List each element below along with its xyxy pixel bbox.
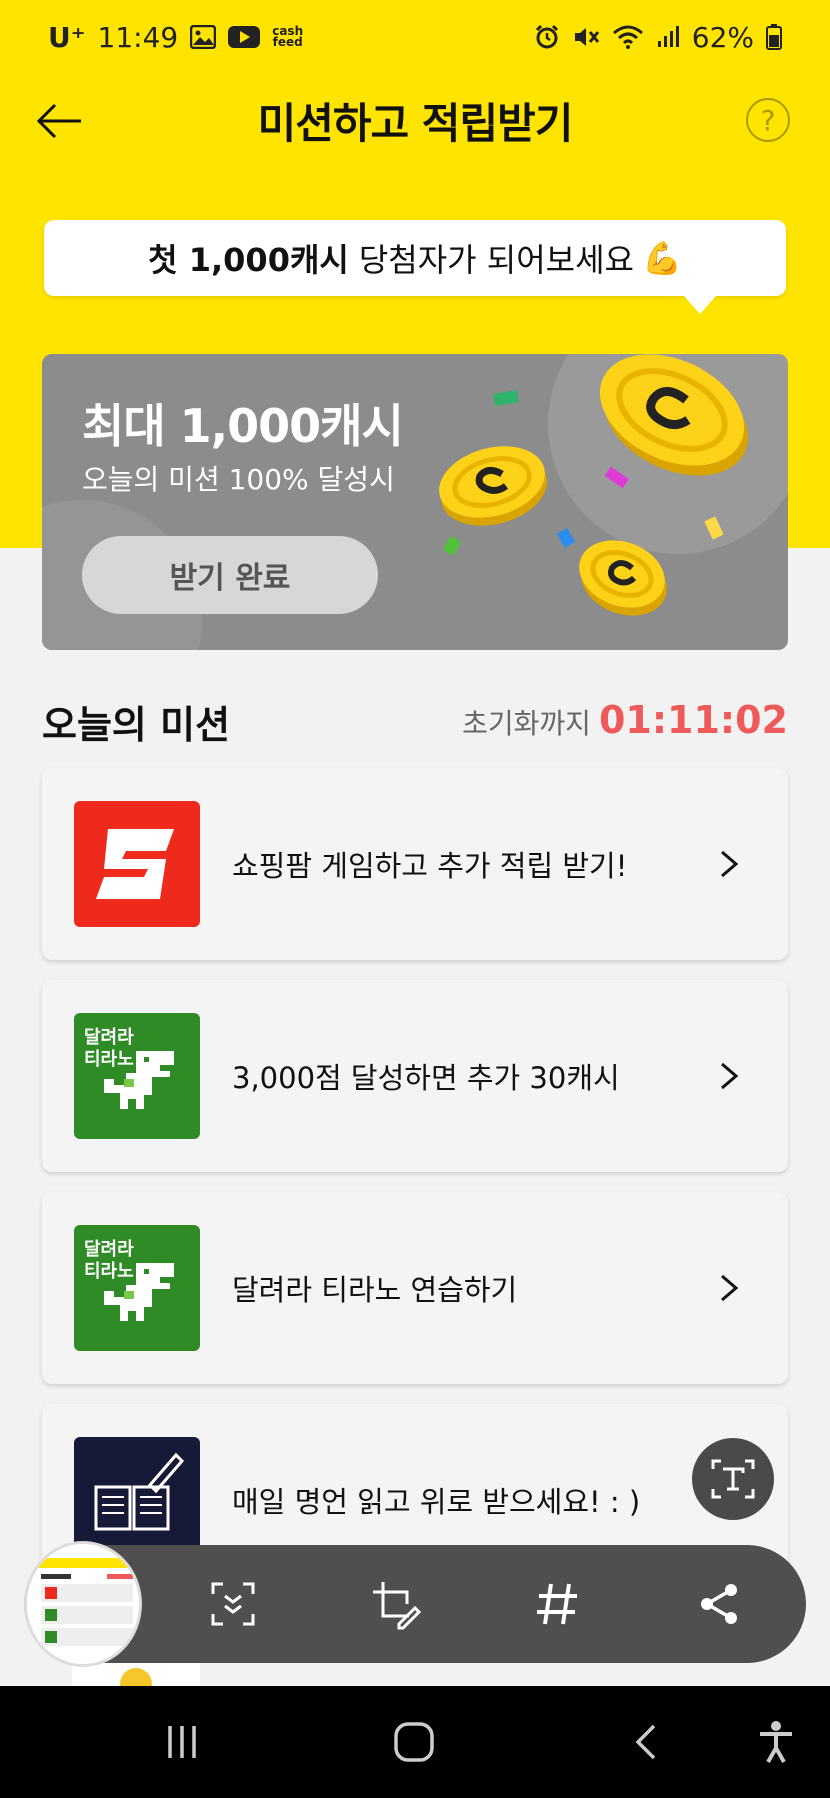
tirano-game-icon: 달려라 티라노: [74, 1013, 200, 1139]
scroll-capture-icon: [211, 1582, 255, 1626]
flexed-biceps-icon: 💪: [641, 239, 682, 277]
battery-icon: [766, 24, 782, 50]
text-scan-icon: [711, 1459, 755, 1499]
carrier-label: U⁺: [48, 20, 86, 54]
mission-item-shopping-farm[interactable]: 쇼핑팜 게임하고 추가 적립 받기!: [42, 768, 788, 960]
mission-label: 쇼핑팜 게임하고 추가 적립 받기!: [232, 849, 628, 883]
extract-text-button[interactable]: [692, 1438, 774, 1520]
mission-label: 달려라 티라노 연습하기: [232, 1273, 518, 1307]
shopping-farm-icon: [74, 801, 200, 927]
accessibility-icon: [760, 1721, 792, 1763]
reset-label: 초기화까지: [462, 707, 591, 740]
tooltip-highlight: 첫 1,000캐시: [148, 241, 349, 279]
claim-complete-button[interactable]: 받기 완료: [82, 536, 378, 614]
back-nav-button[interactable]: [626, 1716, 666, 1768]
screenshot-preview[interactable]: [24, 1541, 142, 1667]
app-header: 미션하고 적립받기 ?: [0, 74, 830, 166]
recent-apps-icon: [168, 1726, 196, 1758]
tirano-game-icon: 달려라 티라노: [74, 1225, 200, 1351]
mute-icon: [572, 24, 600, 50]
reset-timer: 01:11:02: [598, 698, 788, 742]
signal-icon: [656, 25, 680, 49]
hashtag-icon: [537, 1583, 577, 1625]
mission-label: 3,000점 달성하면 추가 30캐시: [232, 1061, 620, 1095]
question-icon: ?: [760, 103, 776, 137]
reward-title: 최대 1,000캐시: [82, 399, 404, 453]
mission-item-tirano-score[interactable]: 달려라 티라노 3,000점 달성하면 추가 30캐시: [42, 980, 788, 1172]
chevron-right-icon: [721, 1274, 739, 1302]
home-button[interactable]: [390, 1716, 438, 1768]
clock: 11:49: [97, 20, 179, 54]
battery-percent: 62%: [691, 20, 754, 54]
accessibility-button[interactable]: [754, 1716, 798, 1768]
mission-item-tirano-practice[interactable]: 달려라 티라노 달려라 티라노 연습하기: [42, 1192, 788, 1384]
youtube-icon: [228, 25, 261, 49]
promo-tooltip: 첫 1,000캐시 당첨자가 되어보세요 💪: [44, 220, 786, 314]
tag-button[interactable]: [522, 1569, 592, 1639]
chevron-right-icon: [721, 1062, 739, 1090]
chevron-left-icon: [635, 1724, 656, 1760]
status-bar: U⁺ 11:49 cash feed 62%: [0, 0, 830, 74]
coins-illustration: [439, 354, 749, 616]
alarm-icon: [534, 24, 560, 50]
reward-card: 최대 1,000캐시 오늘의 미션 100% 달성시 받기 완료: [42, 354, 788, 650]
system-nav-bar: [0, 1686, 830, 1798]
page-title: 미션하고 적립받기: [257, 99, 574, 148]
reset-countdown: 초기화까지 01:11:02: [462, 698, 788, 742]
home-icon: [394, 1722, 434, 1762]
screenshot-toolbar: [24, 1541, 806, 1667]
share-icon: [701, 1584, 737, 1624]
chevron-right-icon: [721, 850, 739, 878]
section-title: 오늘의 미션: [42, 703, 231, 747]
share-button[interactable]: [684, 1569, 754, 1639]
help-button[interactable]: ?: [746, 98, 790, 142]
edit-crop-button[interactable]: [360, 1569, 430, 1639]
crop-edit-icon: [373, 1582, 421, 1630]
recent-apps-button[interactable]: [160, 1716, 204, 1768]
reward-subtitle: 오늘의 미션 100% 달성시: [82, 463, 395, 496]
cashfeed-icon: cash feed: [272, 24, 304, 49]
scroll-capture-button[interactable]: [198, 1569, 268, 1639]
gallery-icon: [190, 25, 217, 49]
tooltip-text: 당첨자가 되어보세요: [358, 241, 634, 279]
wifi-icon: [612, 24, 644, 50]
